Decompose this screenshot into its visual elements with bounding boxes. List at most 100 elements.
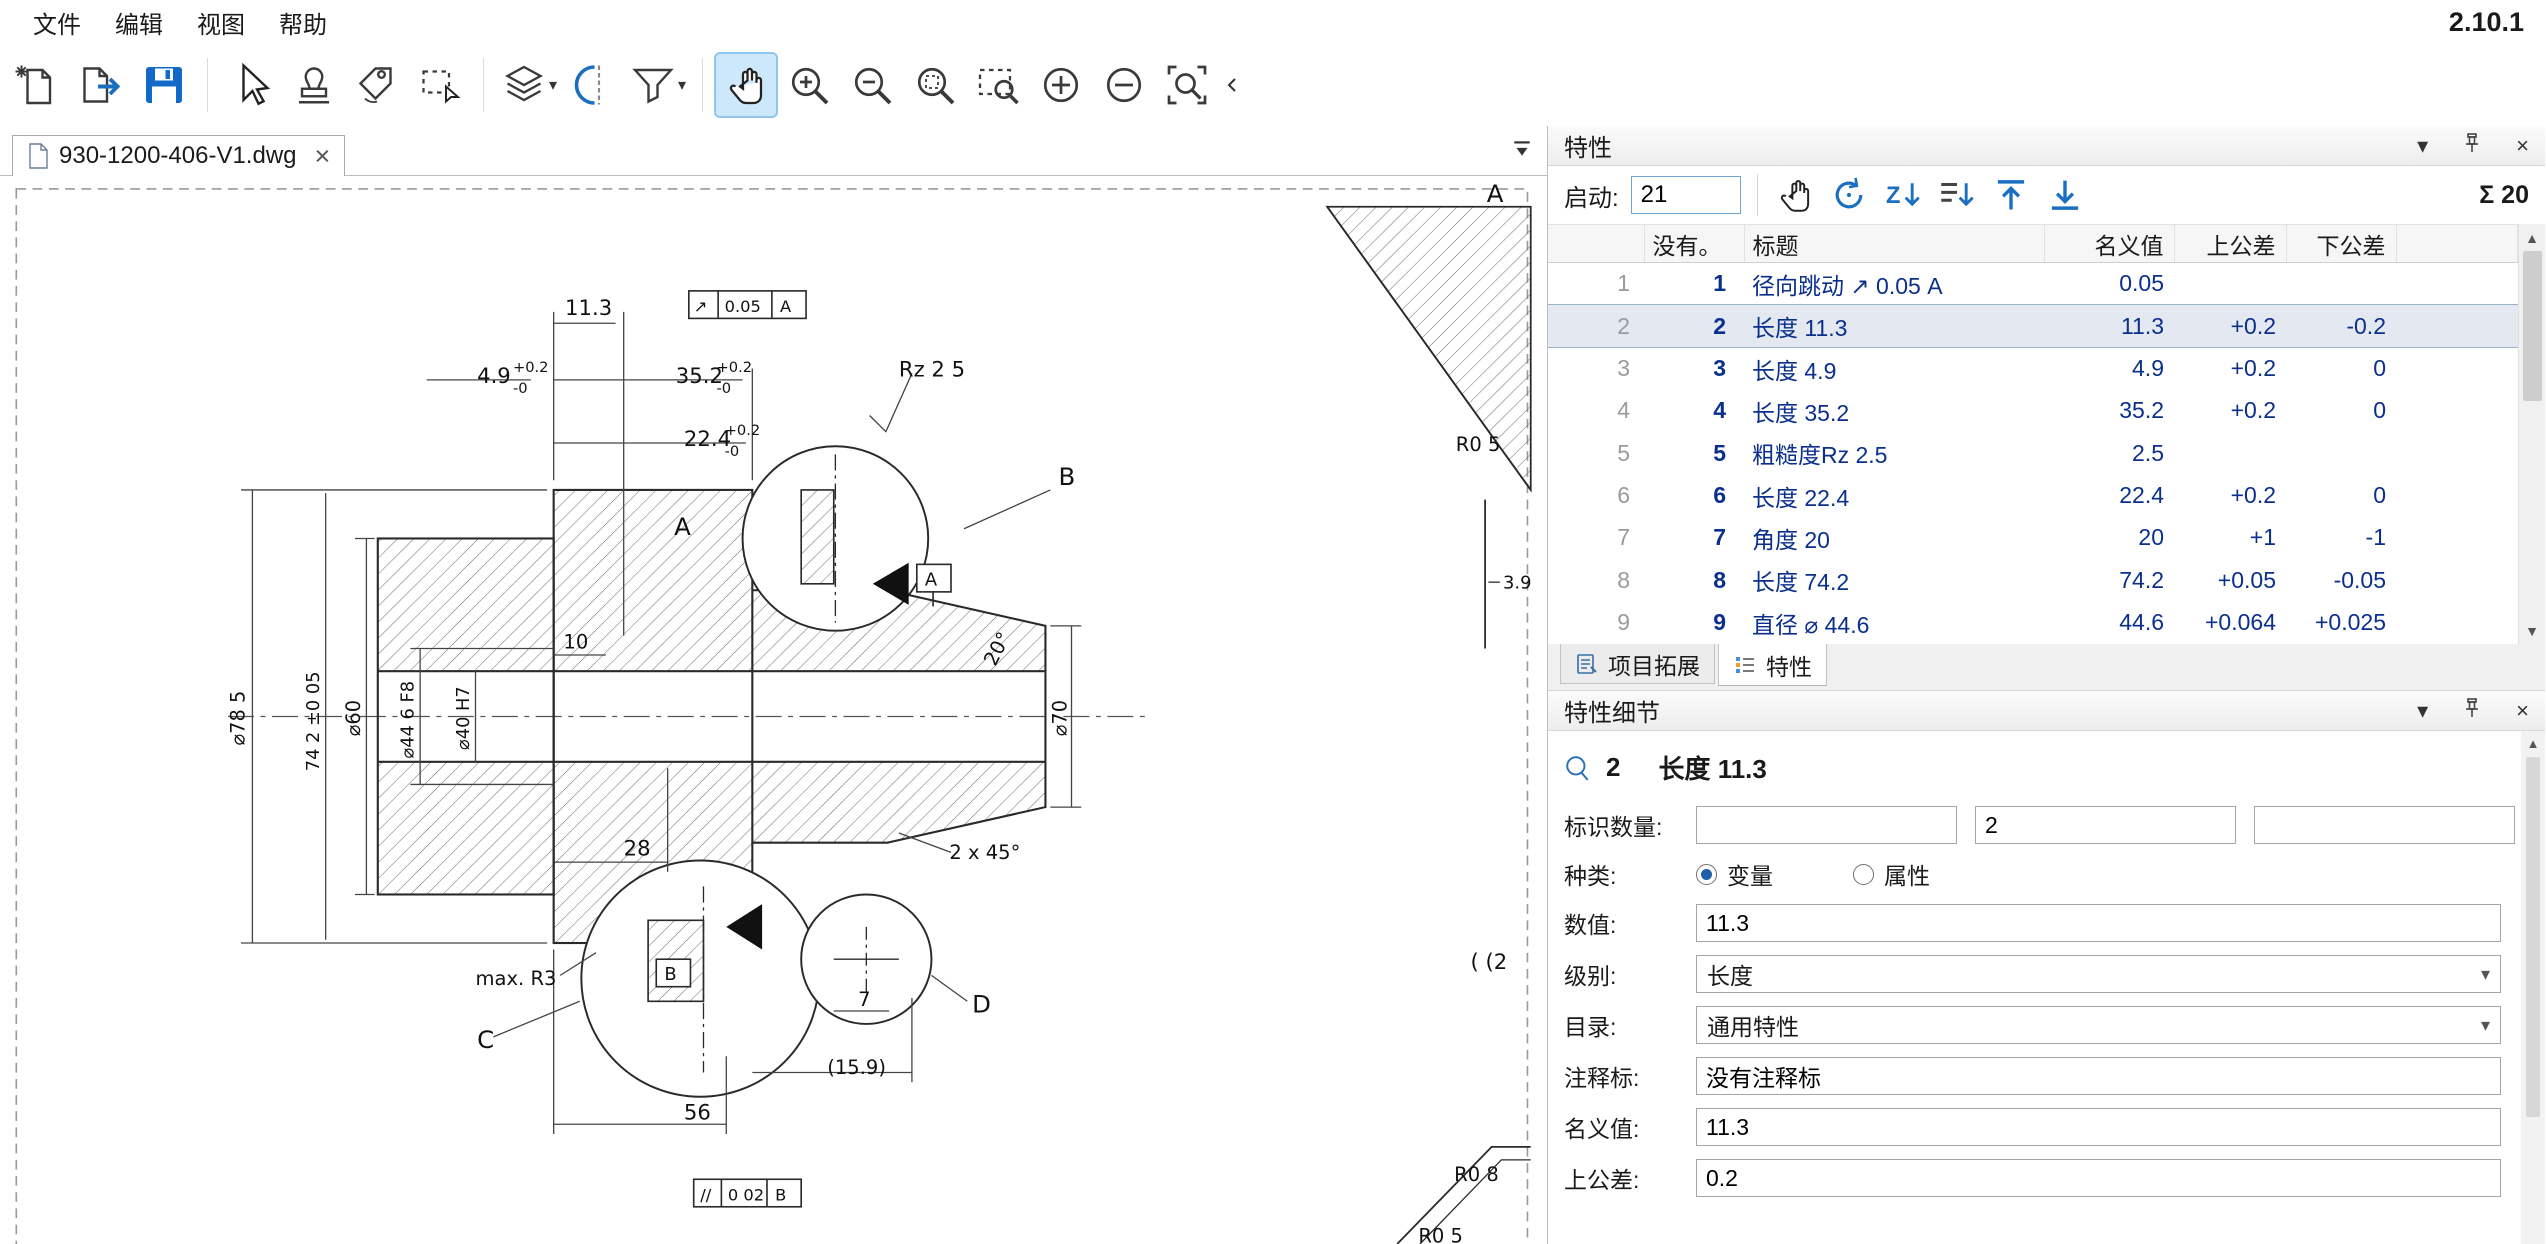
table-scrollbar[interactable]: ▲ ▼ [2518, 224, 2545, 644]
mirror-tool-button[interactable] [563, 54, 623, 116]
svg-text:Z: Z [1886, 183, 1900, 209]
tag-tool-button[interactable] [347, 54, 407, 116]
zoom-in-tool-button[interactable] [779, 54, 839, 116]
menu-edit[interactable]: 编辑 [98, 5, 180, 40]
scroll-down-icon[interactable]: ▼ [2519, 617, 2545, 644]
move-bottom-icon[interactable] [2044, 174, 2086, 216]
nominal-input[interactable] [1696, 1108, 2501, 1146]
zoom-out-tool-button[interactable] [842, 54, 902, 116]
table-row[interactable]: 33 长度 4.94.9 +0.20 [1548, 347, 2518, 389]
document-tab-label: 930-1200-406-V1.dwg [59, 142, 297, 170]
menu-view[interactable]: 视图 [180, 5, 262, 40]
pin-icon[interactable] [2460, 696, 2484, 726]
toolbar-overflow-button[interactable] [1220, 54, 1246, 116]
scrollbar-thumb[interactable] [2523, 251, 2542, 401]
close-icon[interactable]: × [315, 143, 331, 170]
pan-tool-button[interactable] [716, 54, 776, 116]
radio-dot[interactable] [1853, 864, 1874, 885]
filter-tool-button[interactable]: ▾ [626, 54, 689, 116]
radio-label: 变量 [1727, 857, 1773, 891]
menu-help[interactable]: 帮助 [262, 5, 344, 40]
dimension-label: 11.3 [565, 295, 612, 320]
new-document-button[interactable] [8, 54, 68, 116]
scroll-up-icon[interactable]: ▲ [2527, 731, 2540, 755]
table-row[interactable]: 66 长度 22.422.4 +0.20 [1548, 474, 2518, 516]
dimension-label: (15.9) [827, 1056, 886, 1079]
radio-attribute[interactable]: 属性 [1853, 857, 1930, 891]
layers-tool-button[interactable]: ▾ [497, 54, 560, 116]
qty-input-2[interactable] [1975, 806, 2236, 844]
zoom-window-tool-button[interactable] [968, 54, 1028, 116]
document-tab[interactable]: 930-1200-406-V1.dwg × [12, 135, 345, 176]
catalog-select[interactable]: 通用特性 ▾ [1696, 1006, 2501, 1044]
start-input[interactable] [1631, 176, 1741, 214]
table-row[interactable]: 88 长度 74.274.2 +0.05-0.05 [1548, 559, 2518, 601]
increase-tool-button[interactable] [1031, 54, 1091, 116]
close-icon[interactable]: × [2516, 133, 2529, 159]
table-row[interactable]: 77 角度 2020 +1-1 [1548, 517, 2518, 559]
decrease-tool-button[interactable] [1094, 54, 1154, 116]
table-row[interactable]: 99 直径 ⌀ 44.644.6 +0.064+0.025 [1548, 602, 2518, 645]
radio-variable[interactable]: 变量 [1696, 857, 1773, 891]
tab-characteristics[interactable]: 特性 [1718, 644, 1827, 686]
catalog-select-value: 通用特性 [1707, 1008, 1799, 1042]
pin-icon[interactable] [2460, 131, 2484, 161]
qty-input-3[interactable] [2254, 806, 2515, 844]
tab-label: 项目拓展 [1608, 647, 1700, 681]
table-row[interactable]: 55 粗糙度Rz 2.52.5 [1548, 432, 2518, 474]
dimension-label: D [972, 990, 991, 1019]
dimension-label: +0.2 [725, 422, 761, 439]
open-document-button[interactable] [71, 54, 131, 116]
col-header-no[interactable]: 没有。 [1644, 225, 1744, 263]
level-label: 级别: [1564, 957, 1696, 991]
scrollbar-thumb[interactable] [2526, 757, 2540, 1117]
table-row[interactable]: 44 长度 35.235.2 +0.20 [1548, 390, 2518, 432]
qty-input-1[interactable] [1696, 806, 1957, 844]
close-icon[interactable]: × [2516, 698, 2529, 724]
upper-tolerance-input[interactable] [1696, 1159, 2501, 1197]
dimension-label: 3.9 [1503, 573, 1531, 594]
table-row-selected[interactable]: 22 长度 11.311.3 +0.2-0.2 [1548, 305, 2518, 347]
col-header-nominal[interactable]: 名义值 [2044, 225, 2174, 263]
dimension-label: -0 [725, 443, 740, 460]
start-row: 启动: Z Σ 20 [1548, 166, 2545, 224]
note-input[interactable] [1696, 1057, 2501, 1095]
refresh-icon[interactable] [1828, 174, 1870, 216]
engineering-drawing: 11.34.9+0.2-035.2+0.2-0Rz 2 522.4+0.2-0B… [0, 176, 1547, 1244]
dimension-label: -0 [513, 380, 528, 397]
chevron-down-icon: ▾ [678, 75, 686, 95]
col-header-blank[interactable] [1548, 225, 1644, 263]
sort-list-icon[interactable] [1936, 174, 1978, 216]
zoom-dynamic-tool-button[interactable] [905, 54, 965, 116]
menu-file[interactable]: 文件 [16, 5, 98, 40]
tab-label: 特性 [1766, 648, 1812, 682]
details-scrollbar[interactable]: ▲ [2521, 731, 2545, 1244]
stamp-tool-button[interactable] [284, 54, 344, 116]
move-top-icon[interactable] [1990, 174, 2032, 216]
dimension-label: +0.2 [717, 359, 753, 376]
separator [1757, 174, 1758, 216]
col-header-upper[interactable]: 上公差 [2174, 225, 2286, 263]
hand-icon[interactable] [1774, 174, 1816, 216]
level-select[interactable]: 长度 ▾ [1696, 955, 2501, 993]
drawing-canvas[interactable]: 11.34.9+0.2-035.2+0.2-0Rz 2 522.4+0.2-0B… [0, 176, 1547, 1244]
table-row[interactable]: 11 径向跳动 ↗ 0.05 A0.05 [1548, 263, 2518, 305]
zoom-fit-tool-button[interactable] [1157, 54, 1217, 116]
dimension-label: ⌀44 6 F8 [398, 681, 419, 759]
details-item-title: 长度 11.3 [1658, 749, 1766, 786]
col-header-lower[interactable]: 下公差 [2286, 225, 2396, 263]
value-input[interactable] [1696, 904, 2501, 942]
tab-project-expand[interactable]: 项目拓展 [1560, 644, 1715, 684]
save-document-button[interactable] [134, 54, 194, 116]
chevron-down-icon[interactable]: ▾ [2417, 698, 2428, 724]
marquee-tool-button[interactable] [410, 54, 470, 116]
chevron-down-icon[interactable]: ▾ [2417, 133, 2428, 159]
select-tool-button[interactable] [221, 54, 281, 116]
tab-overflow-button[interactable] [1511, 138, 1533, 165]
catalog-label: 目录: [1564, 1008, 1696, 1042]
sort-z-icon[interactable]: Z [1882, 174, 1924, 216]
dimension-label: R0 8 [1454, 1163, 1499, 1186]
radio-dot[interactable] [1696, 864, 1717, 885]
col-header-title[interactable]: 标题 [1744, 225, 2044, 263]
scroll-up-icon[interactable]: ▲ [2519, 224, 2545, 251]
